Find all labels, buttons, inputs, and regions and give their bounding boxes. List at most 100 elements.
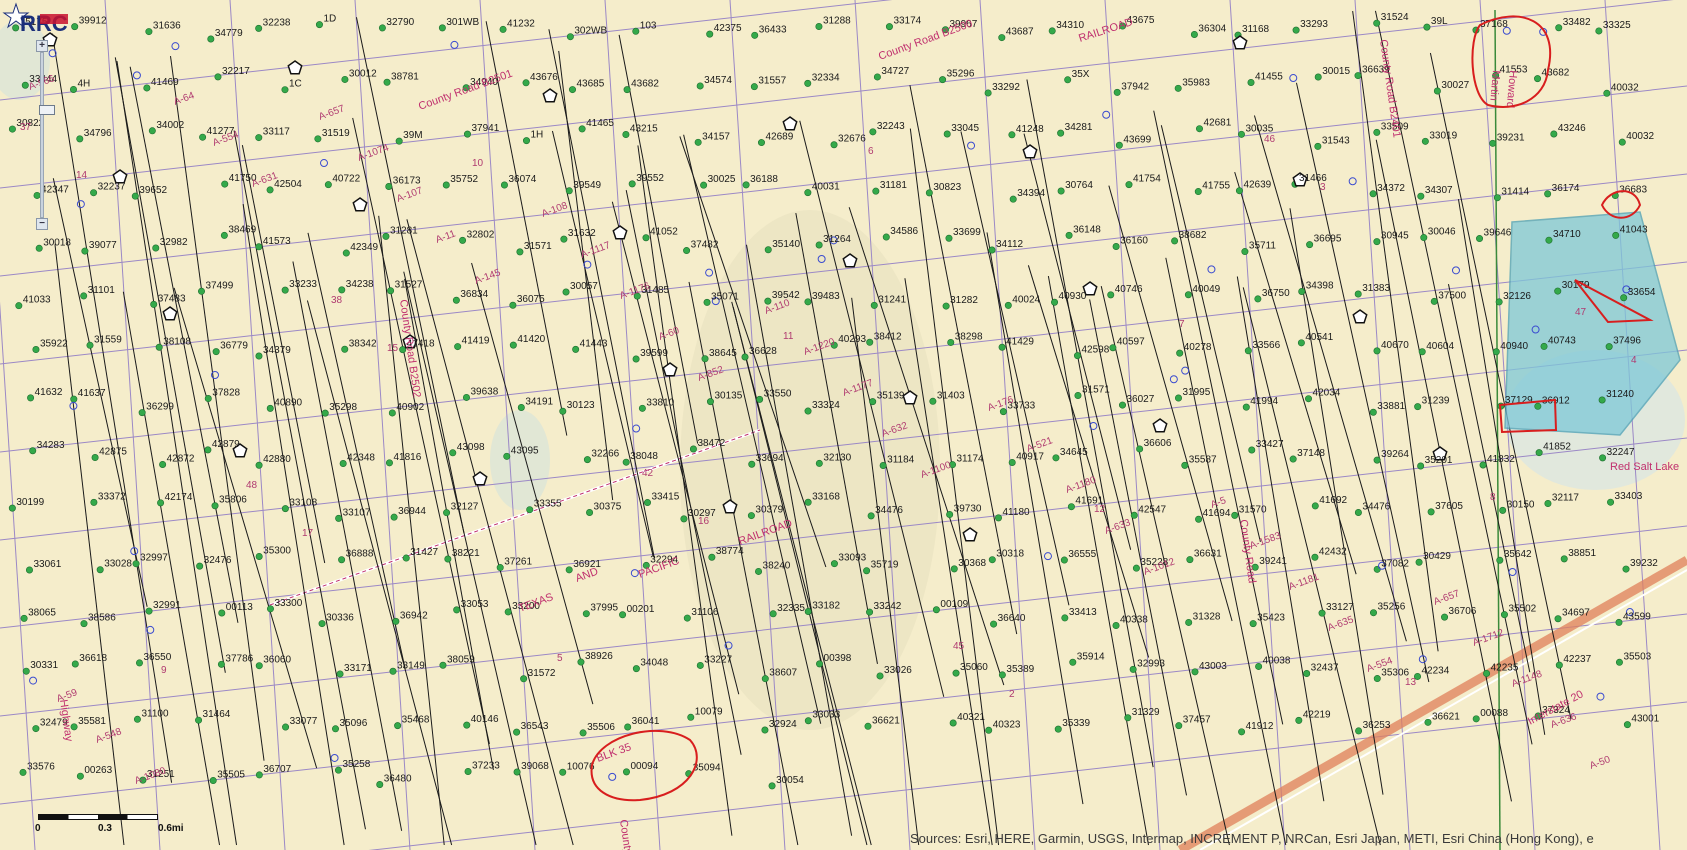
well-point[interactable] (131, 192, 139, 200)
well-point[interactable] (1599, 454, 1607, 462)
well-point[interactable] (217, 660, 225, 668)
well-point[interactable] (1560, 555, 1568, 563)
well-point[interactable] (80, 292, 88, 300)
well-point[interactable] (1603, 89, 1611, 97)
well-point[interactable] (1242, 403, 1250, 411)
well-point[interactable] (516, 248, 524, 256)
well-point[interactable] (1248, 446, 1256, 454)
permit-point[interactable] (632, 424, 641, 433)
permit-point[interactable] (1169, 375, 1178, 384)
well-point[interactable] (950, 565, 958, 573)
well-pad-icon[interactable] (782, 116, 798, 131)
well-point[interactable] (342, 249, 350, 257)
well-point[interactable] (866, 608, 874, 616)
well-point[interactable] (1472, 715, 1480, 723)
well-point[interactable] (444, 555, 452, 563)
well-point[interactable] (1598, 396, 1606, 404)
well-point[interactable] (76, 772, 84, 780)
well-point[interactable] (22, 667, 30, 675)
well-point[interactable] (145, 607, 153, 615)
well-point[interactable] (388, 409, 396, 417)
well-point[interactable] (459, 236, 467, 244)
well-point[interactable] (463, 130, 471, 138)
well-point[interactable] (1176, 349, 1184, 357)
well-point[interactable] (27, 394, 35, 402)
well-point[interactable] (1373, 456, 1381, 464)
well-pad-icon[interactable] (287, 60, 303, 75)
well-point[interactable] (995, 514, 1003, 522)
well-point[interactable] (815, 23, 823, 31)
well-point[interactable] (872, 187, 880, 195)
well-point[interactable] (1554, 287, 1562, 295)
well-point[interactable] (1499, 506, 1507, 514)
well-point[interactable] (509, 301, 517, 309)
well-point[interactable] (1554, 615, 1562, 623)
well-point[interactable] (708, 553, 716, 561)
well-point[interactable] (341, 345, 349, 353)
well-point[interactable] (1373, 565, 1381, 573)
well-point[interactable] (214, 73, 222, 81)
well-point[interactable] (1369, 190, 1377, 198)
well-point[interactable] (90, 498, 98, 506)
well-point[interactable] (945, 234, 953, 242)
well-point[interactable] (35, 244, 43, 252)
well-point[interactable] (1314, 142, 1322, 150)
well-point[interactable] (145, 28, 153, 36)
well-point[interactable] (1130, 511, 1138, 519)
well-point[interactable] (1129, 665, 1137, 673)
well-point[interactable] (1540, 342, 1548, 350)
well-point[interactable] (761, 675, 769, 683)
well-point[interactable] (1255, 662, 1263, 670)
well-point[interactable] (750, 83, 758, 91)
well-point[interactable] (80, 620, 88, 628)
well-point[interactable] (376, 780, 384, 788)
well-point[interactable] (382, 232, 390, 240)
well-point[interactable] (392, 617, 400, 625)
well-point[interactable] (815, 459, 823, 467)
well-point[interactable] (1595, 27, 1603, 35)
permit-point[interactable] (583, 260, 592, 269)
well-point[interactable] (988, 556, 996, 564)
well-point[interactable] (1194, 188, 1202, 196)
well-point[interactable] (152, 244, 160, 252)
well-point[interactable] (1373, 675, 1381, 683)
well-point[interactable] (560, 235, 568, 243)
well-point[interactable] (453, 606, 461, 614)
well-point[interactable] (1237, 130, 1245, 138)
well-point[interactable] (71, 660, 79, 668)
well-point[interactable] (1008, 458, 1016, 466)
well-point[interactable] (816, 660, 824, 668)
well-point[interactable] (680, 515, 688, 523)
well-point[interactable] (196, 562, 204, 570)
well-point[interactable] (925, 189, 933, 197)
well-point[interactable] (990, 620, 998, 628)
well-point[interactable] (1295, 716, 1303, 724)
well-point[interactable] (747, 512, 755, 520)
well-point[interactable] (804, 717, 812, 725)
well-point[interactable] (1124, 714, 1132, 722)
well-point[interactable] (281, 86, 289, 94)
well-point[interactable] (1303, 670, 1311, 678)
well-point[interactable] (29, 447, 37, 455)
permit-point[interactable] (705, 268, 714, 277)
well-point[interactable] (1495, 298, 1503, 306)
well-point[interactable] (1373, 128, 1381, 136)
well-point[interactable] (1254, 295, 1262, 303)
well-point[interactable] (378, 24, 386, 32)
well-point[interactable] (769, 610, 777, 618)
well-point[interactable] (619, 611, 627, 619)
well-point[interactable] (1441, 613, 1449, 621)
well-point[interactable] (755, 567, 763, 575)
well-point[interactable] (209, 777, 217, 785)
permit-point[interactable] (967, 141, 976, 150)
well-point[interactable] (1544, 190, 1552, 198)
well-point[interactable] (1496, 556, 1504, 564)
well-point[interactable] (255, 24, 263, 32)
well-point[interactable] (314, 135, 322, 143)
well-point[interactable] (335, 514, 343, 522)
well-point[interactable] (1292, 26, 1300, 34)
well-point[interactable] (212, 348, 220, 356)
well-point[interactable] (943, 130, 951, 138)
permit-point[interactable] (1043, 552, 1052, 561)
well-point[interactable] (454, 343, 462, 351)
